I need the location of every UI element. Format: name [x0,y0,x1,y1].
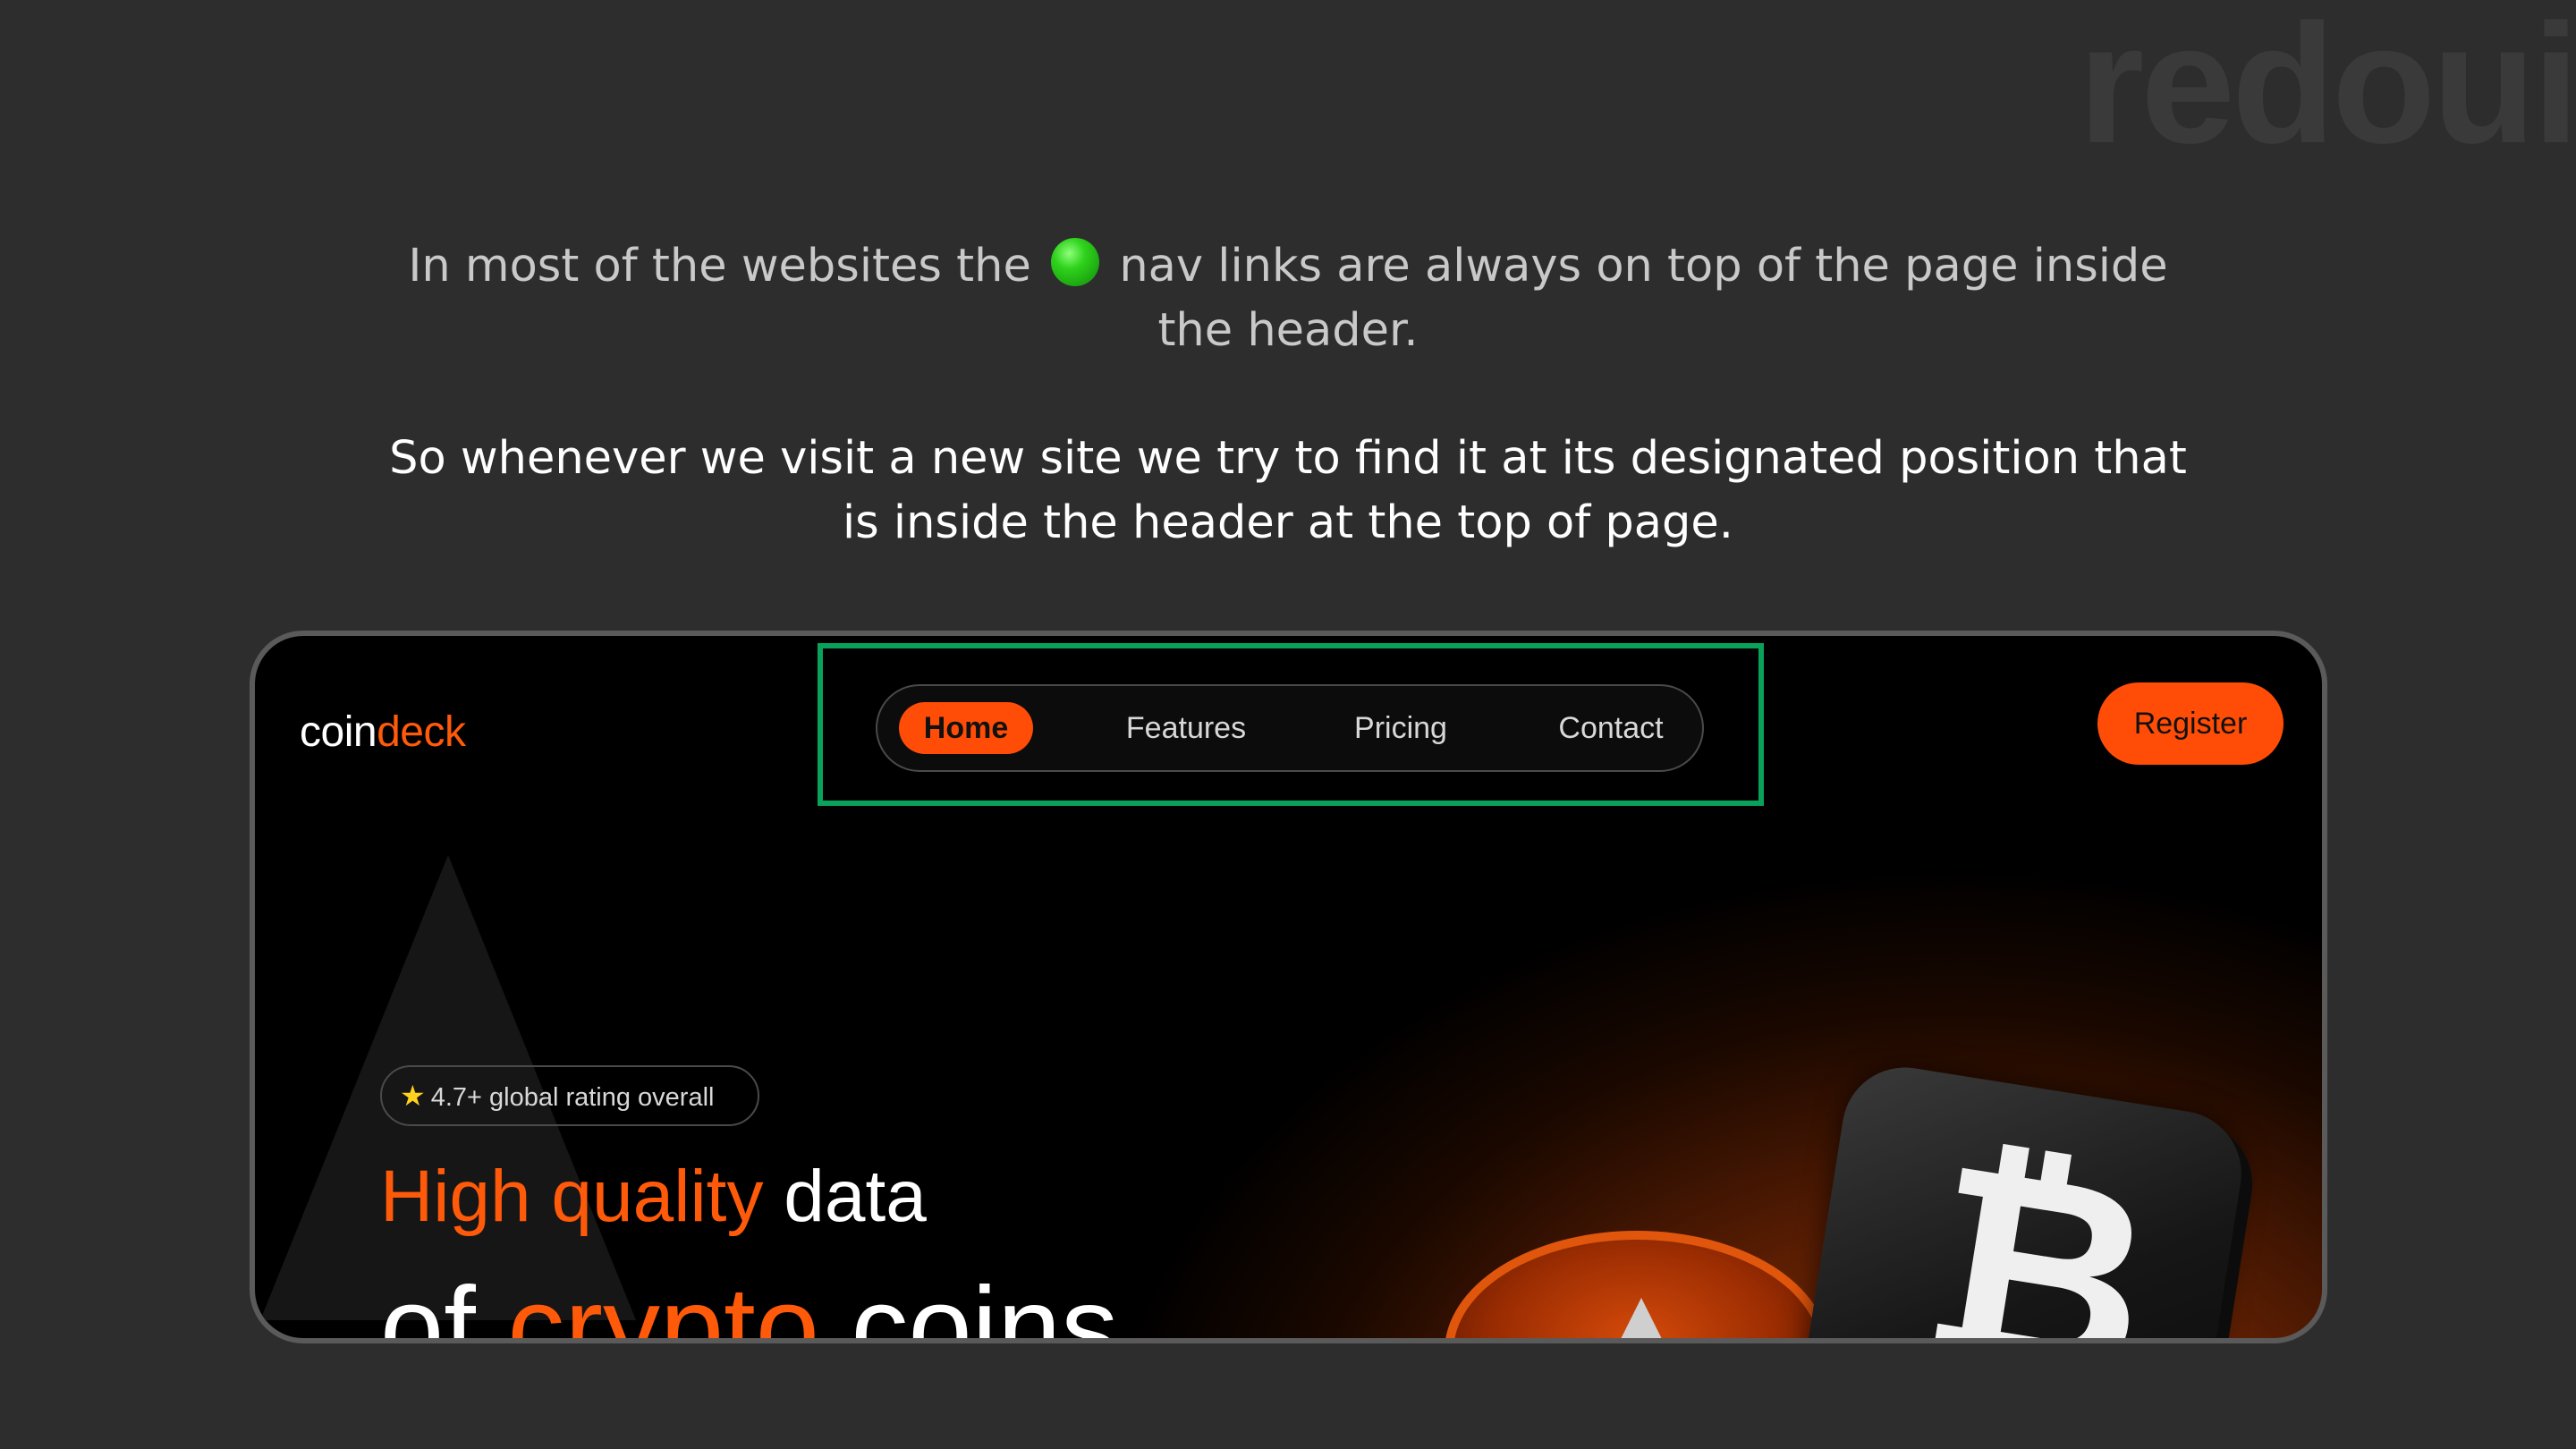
star-icon: ★ [400,1080,426,1112]
logo-text: coin [300,708,377,756]
rating-text: 4.7+ global rating overall [430,1083,715,1112]
caption-text: nav links are always on top of the page … [1119,240,2168,292]
bitcoin-tile-image: ₿ [1792,1058,2250,1343]
headline-accent: crypto [507,1264,819,1343]
nav-link-features[interactable]: Features [1110,702,1262,754]
rating-badge: ★ 4.7+ global rating overall [380,1065,759,1126]
hero-headline-line2: of crypto coins [380,1262,1119,1343]
logo-accent-text: deck [377,708,466,756]
nav-links: Home Features Pricing Contact [876,684,1704,772]
site-logo[interactable]: coindeck [300,708,466,757]
watermark-logo: redoui [2078,0,2576,179]
headline-text: of [380,1264,508,1343]
bitcoin-icon: ₿ [1905,1101,2171,1343]
nav-link-contact[interactable]: Contact [1544,702,1678,754]
caption-text: is inside the header at the top of page. [842,496,1734,549]
nav-link-home[interactable]: Home [899,702,1033,754]
ethereum-icon [1614,1298,1668,1338]
headline-text: coins [818,1264,1119,1343]
nav-link-pricing[interactable]: Pricing [1343,702,1459,754]
headline-text: data [763,1156,927,1237]
green-circle-icon [1051,238,1100,286]
headline-accent: High quality [380,1156,764,1237]
register-button[interactable]: Register [2097,682,2284,765]
caption-text: In most of the websites the [408,240,1031,292]
hero-headline: High quality data [380,1155,927,1239]
caption-text: the header. [1157,304,1419,357]
website-preview-frame: coindeck Home Features Pricing Contact R… [250,631,2327,1343]
caption-explanation: So whenever we visit a new site we try t… [0,427,2576,555]
caption-intro: In most of the websites the nav links ar… [0,234,2576,363]
caption-text: So whenever we visit a new site we try t… [389,432,2187,485]
